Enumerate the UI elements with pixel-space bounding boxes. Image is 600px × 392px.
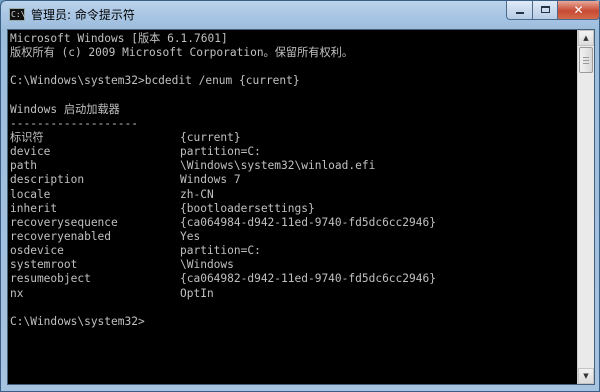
entry-row: recoverysequence {ca064984-d942-11ed-9740… <box>10 216 577 230</box>
entry-row: systemroot \Windows <box>10 258 577 272</box>
window-title: 管理员: 命令提示符 <box>31 8 135 22</box>
entry-row: resumeobject {ca064982-d942-11ed-9740-fd5… <box>10 272 577 286</box>
grip-line <box>583 57 589 58</box>
vertical-scrollbar[interactable]: ▲ ▼ <box>577 30 594 384</box>
entry-value: zh-CN <box>180 187 214 201</box>
minimize-button[interactable] <box>506 1 533 20</box>
entry-value: {bootloadersettings} <box>180 201 315 215</box>
entry-value: {current} <box>180 130 241 144</box>
entry-value: Windows 7 <box>180 173 241 187</box>
maximize-button[interactable] <box>532 1 558 20</box>
console-area[interactable]: Microsoft Windows [版本 6.1.7601] 版权所有 (c)… <box>7 29 595 385</box>
entry-key: systemroot <box>10 258 78 272</box>
scroll-up-arrow-icon[interactable]: ▲ <box>578 30 594 46</box>
entry-value: \Windows <box>180 258 234 272</box>
entry-row: path \Windows\system32\winload.efi <box>10 159 577 173</box>
close-icon: ✕ <box>573 3 584 17</box>
banner-line: 版权所有 (c) 2009 Microsoft Corporation。保留所有… <box>10 46 354 60</box>
minimize-icon <box>516 12 524 14</box>
section-rule: ------------------- <box>10 116 138 130</box>
entry-key: recoveryenabled <box>10 229 112 243</box>
maximize-icon <box>541 6 550 13</box>
entry-row: description Windows 7 <box>10 173 577 187</box>
entry-row: inherit {bootloadersettings} <box>10 202 577 216</box>
grip-line <box>583 60 589 61</box>
entry-row: osdevice partition=C: <box>10 244 577 258</box>
entry-key: description <box>10 173 85 187</box>
entry-value: partition=C: <box>180 244 261 258</box>
entry-key: 标识符 <box>10 130 44 144</box>
scrollbar-thumb[interactable] <box>579 47 593 73</box>
entry-row: device partition=C: <box>10 145 577 159</box>
command-prompt-window: C:\ 管理员: 命令提示符 ✕ Microsoft Windows [版本 6… <box>0 0 600 392</box>
entry-key: osdevice <box>10 244 64 258</box>
entry-key: recoverysequence <box>10 215 118 229</box>
entry-key: path <box>10 159 37 173</box>
prompt-line[interactable]: C:\Windows\system32> <box>10 315 577 329</box>
entry-value: Yes <box>180 229 201 243</box>
entry-key: nx <box>10 286 24 300</box>
close-button[interactable]: ✕ <box>557 1 600 20</box>
entry-key: device <box>10 145 51 159</box>
title-bar[interactable]: C:\ 管理员: 命令提示符 ✕ <box>1 1 600 29</box>
entry-value: partition=C: <box>180 145 261 159</box>
entry-value: \Windows\system32\winload.efi <box>180 159 376 173</box>
section-title: Windows 启动加载器 <box>10 102 120 116</box>
entry-key: locale <box>10 187 51 201</box>
entry-value: {ca064984-d942-11ed-9740-fd5dc6cc2946} <box>180 215 436 229</box>
grip-line <box>583 63 589 64</box>
entry-key: inherit <box>10 201 58 215</box>
entry-row: nx OptIn <box>10 287 577 301</box>
entry-row: recoveryenabled Yes <box>10 230 577 244</box>
entry-value: OptIn <box>180 286 214 300</box>
entry-row: locale zh-CN <box>10 188 577 202</box>
entry-key: resumeobject <box>10 272 91 286</box>
command-line: C:\Windows\system32>bcdedit /enum {curre… <box>10 74 300 88</box>
cmd-app-icon[interactable]: C:\ <box>9 8 25 21</box>
scroll-down-arrow-icon[interactable]: ▼ <box>578 368 594 384</box>
entry-value: {ca064982-d942-11ed-9740-fd5dc6cc2946} <box>180 272 436 286</box>
banner-line: Microsoft Windows [版本 6.1.7601] <box>10 32 228 45</box>
entry-row: 标识符 {current} <box>10 131 577 145</box>
console-output[interactable]: Microsoft Windows [版本 6.1.7601] 版权所有 (c)… <box>8 30 577 384</box>
